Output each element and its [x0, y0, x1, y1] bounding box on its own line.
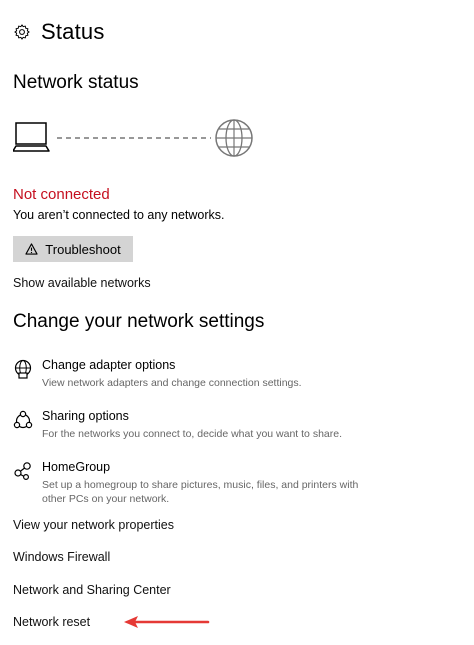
network-status-heading: Network status	[13, 72, 139, 93]
troubleshoot-button[interactable]: Troubleshoot	[13, 236, 133, 262]
item-title: Change adapter options	[42, 358, 176, 372]
network-reset-link[interactable]: Network reset	[13, 615, 90, 629]
windows-firewall-link[interactable]: Windows Firewall	[13, 550, 110, 564]
sharing-icon	[13, 410, 33, 429]
troubleshoot-label: Troubleshoot	[45, 241, 121, 257]
homegroup-icon	[14, 462, 31, 481]
item-description: View network adapters and change connect…	[42, 377, 302, 389]
red-arrow-annotation	[124, 616, 210, 628]
show-available-networks-link[interactable]: Show available networks	[13, 276, 151, 290]
page-header: Status	[13, 19, 105, 45]
page-title: Status	[41, 19, 105, 44]
gear-icon	[14, 24, 30, 40]
homegroup-item[interactable]: HomeGroup Set up a homegroup to share pi…	[13, 460, 362, 506]
adapter-icon	[14, 359, 32, 379]
change-settings-heading: Change your network settings	[13, 311, 265, 332]
network-diagram	[13, 119, 253, 157]
item-title: Sharing options	[42, 409, 129, 423]
item-description: For the networks you connect to, decide …	[42, 428, 342, 440]
sharing-options-item[interactable]: Sharing options For the networks you con…	[13, 409, 342, 441]
connection-state: Not connected	[13, 186, 110, 203]
connection-description: You aren’t connected to any networks.	[13, 208, 225, 222]
view-network-properties-link[interactable]: View your network properties	[13, 518, 174, 532]
laptop-icon	[13, 122, 50, 152]
warning-icon	[25, 243, 38, 255]
globe-icon	[215, 119, 253, 157]
network-sharing-center-link[interactable]: Network and Sharing Center	[13, 583, 171, 597]
item-title: HomeGroup	[42, 460, 111, 474]
change-adapter-options-item[interactable]: Change adapter options View network adap…	[13, 358, 302, 390]
item-description: Set up a homegroup to share pictures, mu…	[42, 479, 359, 505]
